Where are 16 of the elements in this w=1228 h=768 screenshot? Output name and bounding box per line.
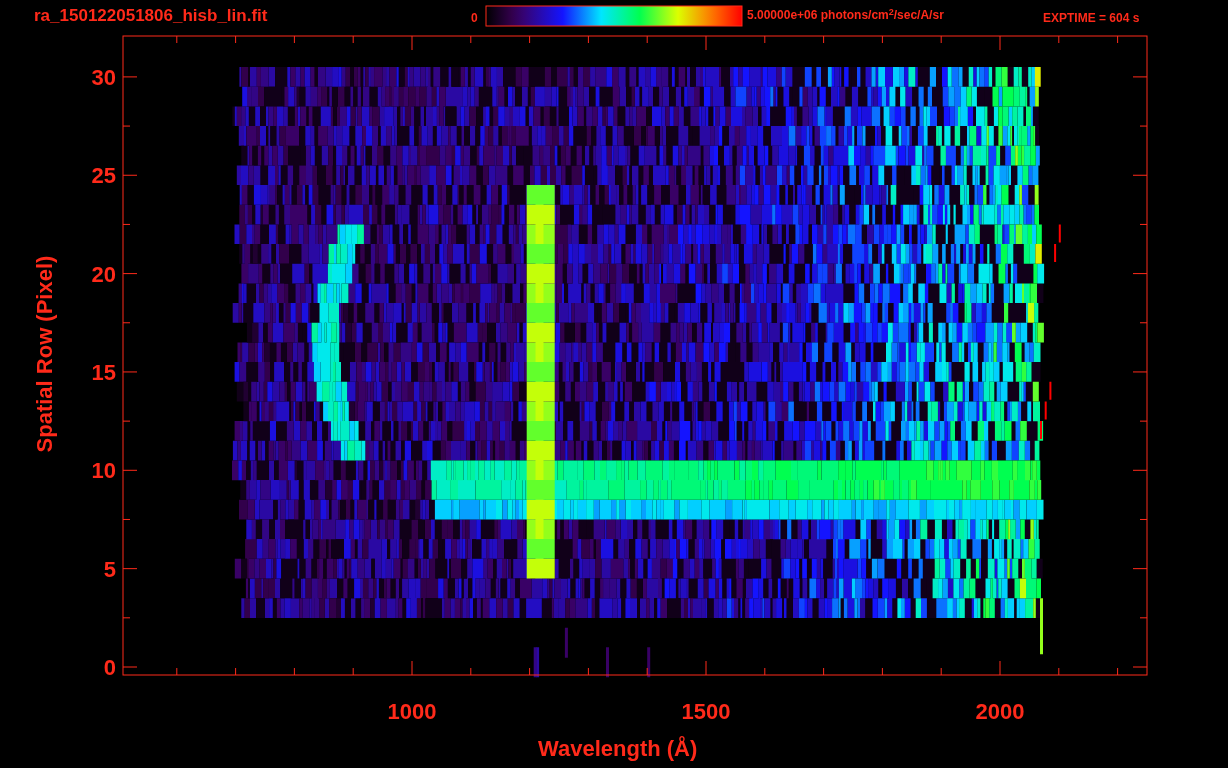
exposure-time-label: EXPTIME = 604 s [1043,10,1140,26]
y-tick-label: 10 [90,457,116,486]
x-tick-label: 2000 [974,698,1026,726]
y-tick-label: 25 [90,162,116,191]
y-axis-label: Spatial Row (Pixel) [31,254,58,455]
colorbar-max-label: 5.00000e+06 photons/cm$^{2}$/sec/A/sr [747,7,944,23]
y-tick-label: 5 [102,555,116,584]
y-tick-label: 20 [90,260,116,289]
plot-title: ra_150122051806_hisb_lin.fit [34,6,268,26]
x-tick-label: 1500 [680,698,732,726]
x-axis-label: Wavelength (Å) [538,735,698,763]
y-tick-label: 15 [90,358,116,387]
colorbar-min-label: 0 [471,10,478,26]
y-tick-label: 0 [102,654,116,682]
x-tick-label: 1000 [386,698,438,726]
y-tick-label: 30 [90,63,116,92]
